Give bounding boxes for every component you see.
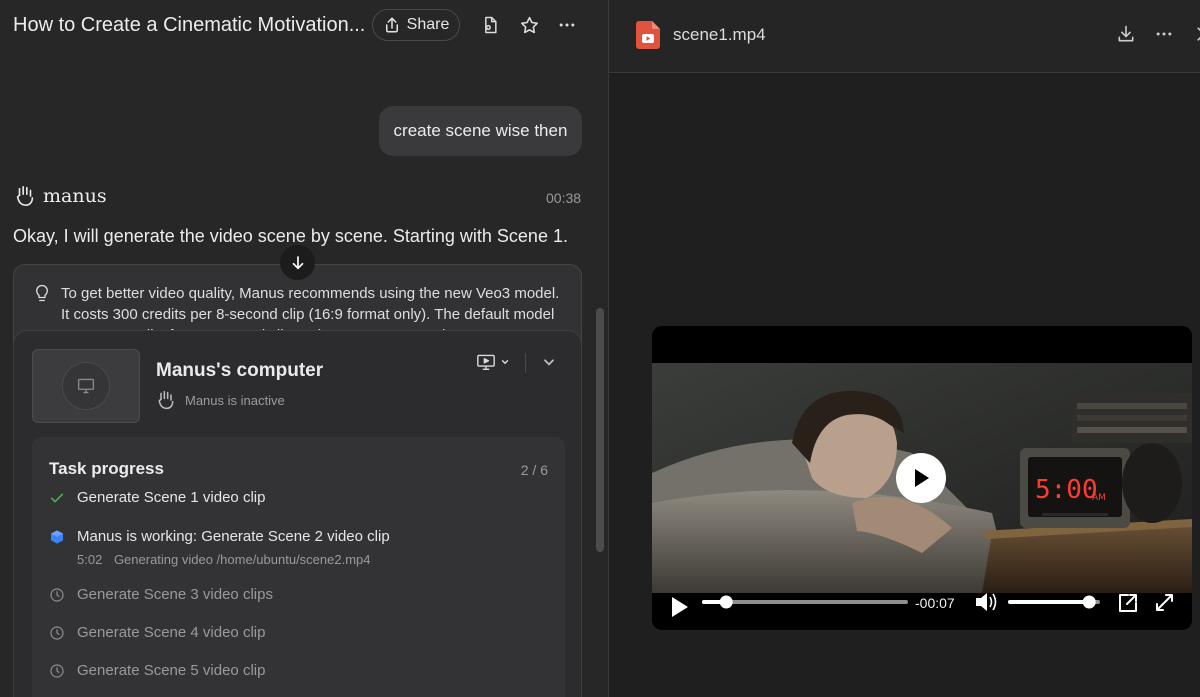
alarm-clock-am: AM bbox=[1092, 493, 1106, 503]
progress-thumb[interactable] bbox=[719, 595, 733, 609]
chevron-down-icon bbox=[501, 360, 509, 365]
computer-thumbnail[interactable] bbox=[32, 349, 140, 423]
chat-panel: How to Create a Cinematic Motivation... … bbox=[0, 0, 608, 697]
task-item-active: Manus is working: Generate Scene 2 video… bbox=[49, 528, 390, 545]
fullscreen-button[interactable] bbox=[1156, 594, 1173, 611]
lightbulb-icon bbox=[33, 283, 51, 308]
clock-icon bbox=[50, 587, 64, 602]
task-progress-title: Task progress bbox=[49, 459, 164, 478]
document-icon bbox=[485, 16, 497, 34]
speaker-icon bbox=[976, 593, 987, 611]
message-timestamp: 00:38 bbox=[546, 190, 582, 206]
volume-button[interactable] bbox=[976, 593, 997, 611]
download-icon bbox=[1118, 25, 1134, 42]
video-player[interactable]: 5:00 AM -00:07 bbox=[652, 326, 1192, 630]
fullscreen-icon bbox=[1156, 594, 1173, 611]
scroll-to-bottom-button[interactable] bbox=[280, 245, 315, 280]
more-horizontal-icon bbox=[559, 23, 575, 27]
download-button[interactable] bbox=[1116, 24, 1136, 49]
picture-in-picture-button[interactable] bbox=[1119, 594, 1137, 612]
manus-logo-icon bbox=[158, 390, 174, 410]
task-item: Generate Scene 5 video clip bbox=[49, 662, 265, 679]
screen-play-icon bbox=[477, 354, 495, 371]
clock-icon bbox=[50, 663, 64, 678]
close-icon bbox=[1197, 27, 1200, 41]
time-remaining: -00:07 bbox=[915, 595, 955, 611]
play-icon bbox=[672, 597, 688, 617]
file-viewer-header: scene1.mp4 bbox=[609, 0, 1200, 73]
page-title: How to Create a Cinematic Motivation... bbox=[13, 14, 366, 36]
collapse-button[interactable] bbox=[542, 355, 556, 374]
task-progress-count: 2 / 6 bbox=[520, 462, 548, 478]
task-item-subtext: 5:02 Generating video /home/ubuntu/scene… bbox=[77, 552, 371, 567]
clock-icon bbox=[50, 625, 64, 640]
play-icon bbox=[915, 469, 929, 487]
share-icon bbox=[385, 17, 398, 33]
monitor-icon bbox=[77, 378, 95, 394]
assistant-name: manus bbox=[43, 185, 107, 207]
computer-title: Manus's computer bbox=[156, 360, 324, 381]
video-file-icon bbox=[634, 20, 662, 55]
manus-logo-icon bbox=[16, 186, 34, 206]
more-options-button[interactable] bbox=[556, 14, 578, 36]
computer-status: Manus is inactive bbox=[156, 389, 285, 411]
more-horizontal-icon bbox=[1156, 32, 1172, 36]
file-name: scene1.mp4 bbox=[673, 25, 766, 44]
play-button[interactable] bbox=[672, 597, 688, 617]
share-label: Share bbox=[406, 16, 450, 33]
task-item: Generate Scene 3 video clips bbox=[49, 586, 273, 603]
task-item: Generate Scene 1 video clip bbox=[49, 489, 265, 506]
chat-scrollbar[interactable] bbox=[596, 308, 604, 552]
assistant-header: manus bbox=[14, 184, 107, 208]
user-message: create scene wise then bbox=[379, 106, 582, 156]
favorite-button[interactable] bbox=[518, 14, 540, 36]
screen-view-selector[interactable] bbox=[476, 353, 510, 371]
share-button[interactable]: Share bbox=[372, 9, 460, 41]
assistant-reply: Okay, I will generate the video scene by… bbox=[13, 226, 568, 246]
check-icon bbox=[50, 493, 64, 502]
task-progress-panel: Task progress 2 / 6 Generate Scene 1 vid… bbox=[32, 437, 565, 697]
file-more-button[interactable] bbox=[1154, 24, 1174, 49]
working-cube-icon bbox=[51, 529, 63, 544]
header-divider bbox=[525, 353, 526, 373]
open-external-icon bbox=[1119, 594, 1137, 612]
close-viewer-button[interactable] bbox=[1194, 24, 1200, 49]
manus-computer-card: Manus's computer Manus is inactive Task … bbox=[13, 330, 582, 697]
chevron-down-icon bbox=[544, 359, 554, 366]
alarm-clock-time: 5:00 bbox=[1035, 475, 1098, 505]
volume-thumb[interactable] bbox=[1082, 595, 1096, 609]
play-overlay-button[interactable] bbox=[896, 453, 946, 503]
arrow-down-icon bbox=[292, 255, 303, 269]
task-item: Generate Scene 4 video clip bbox=[49, 624, 265, 641]
files-button[interactable] bbox=[479, 14, 501, 36]
computer-status-label: Manus is inactive bbox=[185, 392, 285, 408]
file-viewer-panel: scene1.mp4 5:00 AM -00:07 bbox=[609, 0, 1200, 697]
star-icon bbox=[520, 16, 538, 33]
